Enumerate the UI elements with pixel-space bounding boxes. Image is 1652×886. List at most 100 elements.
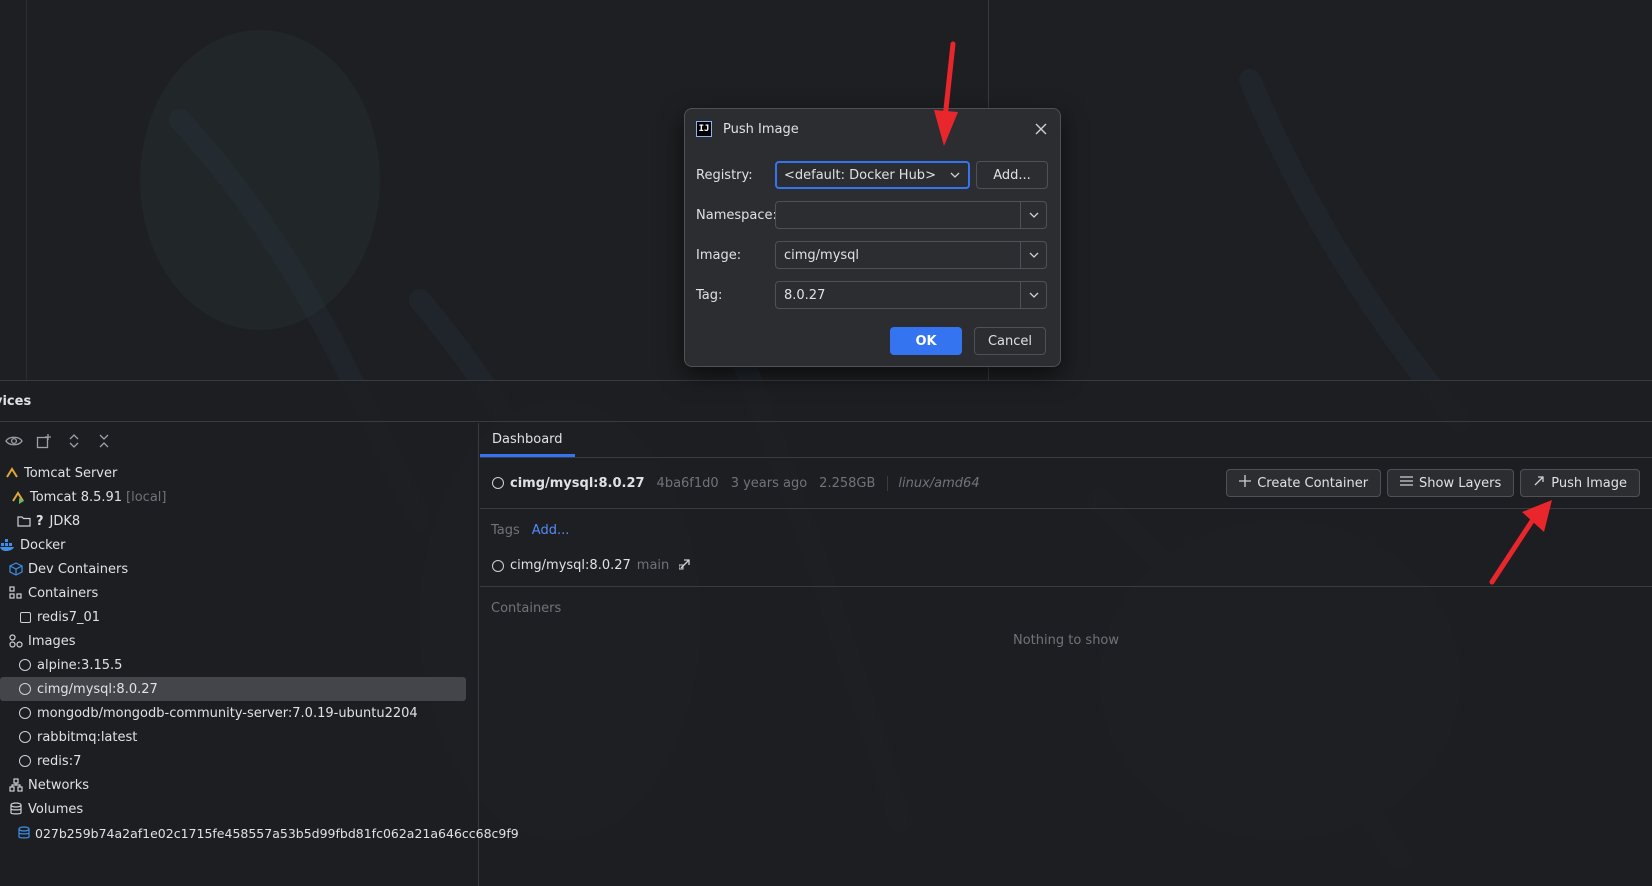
add-tag-link[interactable]: Add...	[532, 523, 570, 538]
close-icon[interactable]	[1032, 120, 1050, 138]
namespace-row: Namespace:	[696, 201, 1047, 229]
dialog-title: Push Image	[723, 121, 799, 137]
tree-item-label: 027b259b74a2af1e02c1715fe458557a53b5d99f…	[35, 825, 519, 841]
namespace-combo[interactable]	[775, 201, 1047, 229]
tab-dashboard[interactable]: Dashboard	[480, 422, 575, 457]
tree-item-label: cimg/mysql:8.0.27	[37, 681, 158, 697]
intellij-logo-icon: IJ	[696, 121, 712, 137]
tomcat-icon	[4, 465, 20, 481]
image-icon	[17, 657, 33, 673]
docker-icon	[0, 537, 16, 553]
container-icon	[17, 609, 33, 625]
collapse-all-icon[interactable]	[94, 431, 114, 451]
image-actions: Create Container Show Layers Push Image	[1226, 469, 1640, 497]
tree-item-jdk[interactable]: ? JDK8	[0, 509, 478, 533]
tree-item-image[interactable]: rabbitmq:latest	[0, 725, 478, 749]
tree-item-label: Tomcat Server	[24, 465, 118, 481]
tree-item-label: redis7_01	[37, 609, 101, 625]
tree-item-containers[interactable]: Containers	[0, 581, 478, 605]
tree-item-images[interactable]: Images	[0, 629, 478, 653]
tag-label: Tag:	[696, 287, 723, 303]
cube-icon	[8, 561, 24, 577]
tree-item-label: rabbitmq:latest	[37, 729, 138, 745]
tree-item-volume[interactable]: 027b259b74a2af1e02c1715fe458557a53b5d99f…	[0, 821, 519, 845]
folder-icon	[16, 513, 32, 529]
empty-state-text: Nothing to show	[1012, 633, 1120, 648]
tree-item-docker[interactable]: Docker	[0, 533, 478, 557]
tree-item-image[interactable]: redis:7	[0, 749, 478, 773]
new-service-icon[interactable]	[34, 431, 54, 451]
tree-item-image-selected[interactable]: cimg/mysql:8.0.27	[0, 677, 466, 701]
services-toolbar	[0, 423, 478, 459]
push-image-button[interactable]: Push Image	[1520, 469, 1640, 497]
image-icon	[492, 477, 504, 489]
tree-item-label: mongodb/mongodb-community-server:7.0.19-…	[37, 705, 418, 721]
push-arrow-icon	[1533, 475, 1545, 491]
chevron-down-icon[interactable]	[1020, 242, 1046, 268]
volume-icon	[17, 825, 31, 841]
eye-icon[interactable]	[4, 431, 24, 451]
tree-item-tomcat-server[interactable]: Tomcat Server	[0, 461, 478, 485]
tag-combo[interactable]: 8.0.27	[775, 281, 1047, 309]
show-layers-button[interactable]: Show Layers	[1387, 469, 1515, 497]
services-tree: Tomcat Server Tomcat 8.5.91 [local] ? JD…	[0, 459, 519, 845]
image-id: 4ba6f1d0	[656, 475, 719, 491]
image-combo[interactable]: cimg/mysql	[775, 241, 1047, 269]
image-age: 3 years ago	[730, 475, 808, 491]
image-icon	[17, 729, 33, 745]
tree-item-label: Networks	[28, 777, 90, 793]
database-icon	[8, 801, 24, 817]
services-header: vices	[0, 381, 1652, 422]
local-badge: [local]	[126, 489, 167, 505]
services-tree-pane: Tomcat Server Tomcat 8.5.91 [local] ? JD…	[0, 423, 519, 886]
push-tag-icon[interactable]	[678, 558, 691, 574]
tree-item-tomcat-instance[interactable]: Tomcat 8.5.91 [local]	[0, 485, 478, 509]
tree-item-image[interactable]: alpine:3.15.5	[0, 653, 478, 677]
tree-item-container-redis[interactable]: redis7_01	[0, 605, 478, 629]
tags-label: Tags	[491, 522, 520, 538]
tag-value: 8.0.27	[784, 287, 826, 303]
tag-icon	[492, 559, 504, 572]
image-icon	[17, 681, 33, 697]
tag-item[interactable]: cimg/mysql:8.0.27 main	[480, 551, 1652, 587]
image-row: Image: cimg/mysql	[696, 241, 1047, 269]
show-layers-label: Show Layers	[1419, 475, 1502, 491]
create-container-label: Create Container	[1257, 475, 1369, 491]
image-value: cimg/mysql	[784, 247, 860, 263]
registry-label: Registry:	[696, 167, 753, 183]
tree-item-label: alpine:3.15.5	[37, 657, 123, 673]
registry-value: <default: Docker Hub>	[784, 167, 936, 183]
tree-item-label: Containers	[28, 585, 99, 601]
layers-icon	[1400, 475, 1414, 491]
plus-icon	[1239, 475, 1252, 491]
containers-group-icon	[8, 585, 24, 601]
image-name: cimg/mysql:8.0.27	[510, 475, 645, 491]
tree-item-label: JDK8	[49, 513, 81, 529]
containers-section-label: Containers	[491, 601, 562, 616]
image-platform: linux/amd64	[887, 475, 980, 491]
tree-item-dev-containers[interactable]: Dev Containers	[0, 557, 478, 581]
ok-button[interactable]: OK	[890, 327, 962, 355]
tree-item-volumes[interactable]: Volumes	[0, 797, 478, 821]
registry-select[interactable]: <default: Docker Hub>	[775, 161, 970, 189]
chevron-down-icon[interactable]	[1020, 282, 1046, 308]
services-tool-window: vices Tomcat Server Tomcat 8.5	[0, 380, 1652, 886]
push-image-label: Push Image	[1551, 475, 1627, 491]
tag-branch: main	[636, 558, 670, 573]
unknown-marker: ?	[36, 513, 44, 529]
images-group-icon	[8, 633, 24, 649]
gutter-divider	[26, 0, 27, 380]
services-title: vices	[0, 393, 32, 409]
registry-row: Registry: <default: Docker Hub> Add...	[696, 161, 1048, 189]
expand-all-icon[interactable]	[64, 431, 84, 451]
add-registry-button[interactable]: Add...	[976, 161, 1048, 189]
tree-item-image[interactable]: mongodb/mongodb-community-server:7.0.19-…	[0, 701, 478, 725]
tree-item-networks[interactable]: Networks	[0, 773, 478, 797]
tree-item-label: redis:7	[37, 753, 82, 769]
create-container-button[interactable]: Create Container	[1226, 469, 1382, 497]
cancel-button[interactable]: Cancel	[974, 327, 1046, 355]
tree-item-label: Volumes	[28, 801, 84, 817]
tag-row: Tag: 8.0.27	[696, 281, 1047, 309]
chevron-down-icon	[942, 163, 968, 187]
chevron-down-icon[interactable]	[1020, 202, 1046, 228]
